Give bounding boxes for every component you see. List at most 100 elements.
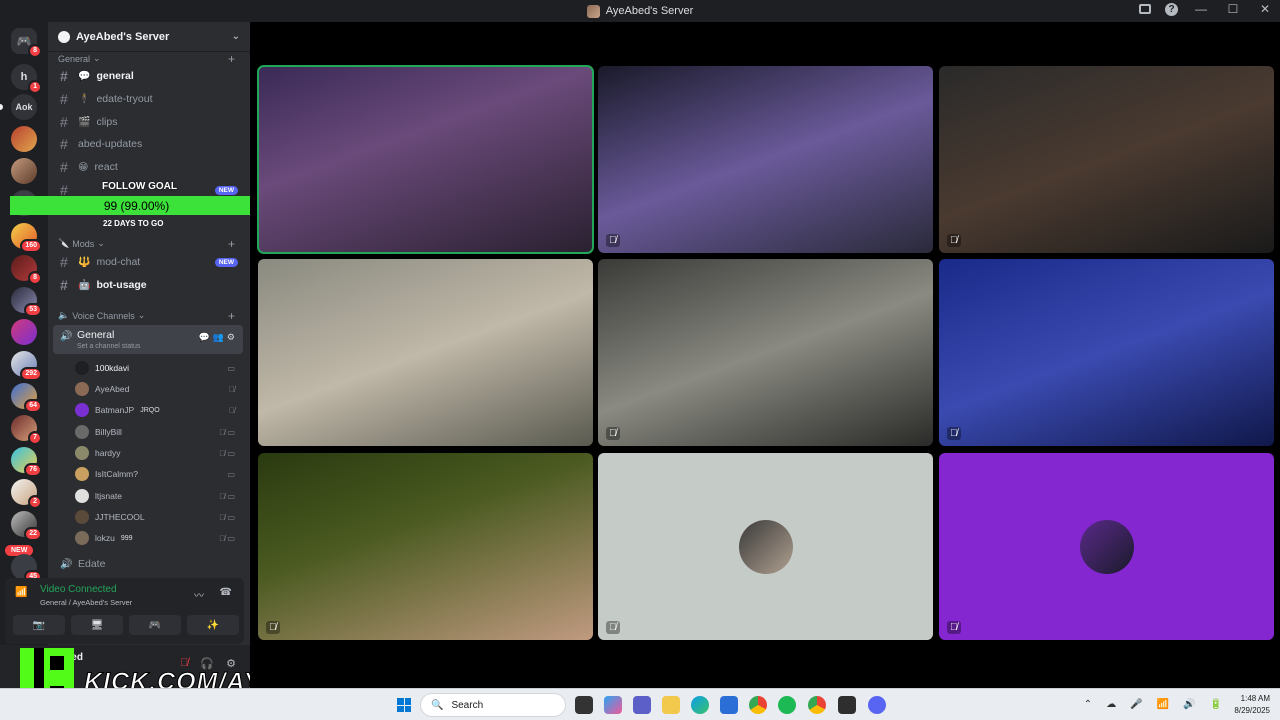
voice-channel-general[interactable]: 🔊 General Set a channel status 💬👥⚙ (53, 325, 243, 354)
discord-icon[interactable] (868, 696, 886, 714)
hash-icon: # (60, 91, 68, 107)
voice-channel-edate[interactable]: 🔊 Edate (54, 554, 244, 574)
category-general[interactable]: General ⌄ + (58, 52, 235, 66)
taskbar-search[interactable]: 🔍 Search (420, 693, 566, 717)
video-grid: 🎙̸ 🎙̸ 🎙̸ 🎙̸ 🎙̸ 🎙̸ 🎙̸ (250, 22, 1280, 688)
server-icon[interactable]: 64 (11, 383, 42, 413)
mic-muted-icon: 🎙̸ (606, 234, 620, 247)
video-tile[interactable] (257, 65, 594, 254)
window-titlebar: AyeAbed's Server ? — ☐ ✕ (0, 0, 1280, 22)
channel-react[interactable]: # 😁 react (54, 157, 244, 177)
maximize-button[interactable]: ☐ (1224, 2, 1242, 16)
cloud-icon[interactable]: ☁ (1106, 699, 1116, 710)
noise-suppression-icon[interactable]: 〰 (194, 587, 204, 602)
channel-general[interactable]: # 💬 general (54, 66, 244, 86)
category-voice[interactable]: 🔈 Voice Channels ⌄ + (58, 309, 235, 323)
server-icon[interactable]: 22 (11, 511, 42, 541)
server-h[interactable]: h 1 (11, 64, 42, 94)
taskbar-clock[interactable]: 1:48 AM 8/29/2025 (1234, 693, 1270, 717)
server-icon[interactable]: 292 (11, 351, 42, 381)
copilot-icon[interactable] (604, 696, 622, 714)
mic-muted-icon: 🎙̸ (947, 427, 961, 440)
task-view-icon[interactable] (575, 696, 593, 714)
voice-member[interactable]: BatmanJP JRQO 🎙̸ (75, 400, 235, 420)
voice-member[interactable]: 100kdavi ▭ (75, 358, 235, 378)
category-mods[interactable]: 🔪 Mods ⌄ + (58, 237, 235, 251)
avatar (75, 489, 89, 503)
wifi-icon[interactable]: 📶 (1157, 699, 1169, 710)
signal-icon[interactable]: 📶 (15, 587, 31, 603)
hash-icon: # (60, 277, 68, 293)
app-icon[interactable] (838, 696, 856, 714)
battery-icon[interactable]: 🔋 (1210, 699, 1222, 710)
video-tile[interactable]: 🎙̸ (939, 66, 1274, 253)
chrome-profile-icon[interactable] (808, 696, 826, 714)
soundboard-button[interactable]: ✨ (187, 615, 239, 635)
teams-icon[interactable] (633, 696, 651, 714)
channel-abed-updates[interactable]: # abed-updates (54, 134, 244, 154)
channel-mod-chat[interactable]: # 🔱 mod-chat NEW (54, 252, 244, 272)
mic-icon[interactable]: 🎤 (1130, 699, 1142, 710)
video-tile[interactable]: 🎙̸ (939, 453, 1274, 640)
avatar (738, 519, 793, 574)
voice-member[interactable]: IsItCalmm? ▭ (75, 464, 235, 484)
voice-member[interactable]: JJTHECOOL 🎙̸ ▭ (75, 507, 235, 527)
chevron-down-icon: ⌄ (93, 53, 101, 63)
chevron-down-icon: ⌄ (137, 310, 146, 320)
edge-icon[interactable] (691, 696, 709, 714)
server-icon[interactable] (11, 126, 37, 152)
activity-button[interactable]: 🎮 (129, 615, 181, 635)
video-tile[interactable]: 🎙̸ (598, 66, 933, 253)
add-channel-icon[interactable]: + (228, 52, 235, 66)
channel-clips[interactable]: # 🎬 clips (54, 112, 244, 132)
avatar (75, 446, 89, 460)
video-tile[interactable]: 🎙̸ (258, 453, 593, 640)
spotify-icon[interactable] (778, 696, 796, 714)
disconnect-icon[interactable]: ☎ (220, 587, 232, 598)
server-icon[interactable]: 76 (11, 447, 42, 477)
server-icon[interactable] (11, 319, 37, 345)
video-tile[interactable]: 🎙̸ (598, 259, 933, 446)
avatar (75, 510, 89, 524)
chevron-up-icon[interactable]: ⌃ (1084, 699, 1092, 710)
channel-bot-usage[interactable]: # 🤖 bot-usage (54, 275, 244, 295)
windows-start-icon[interactable] (397, 698, 411, 712)
hash-icon: # (60, 68, 68, 84)
server-icon[interactable]: 8 (11, 255, 42, 285)
mic-muted-icon: 🎙̸ (606, 427, 620, 440)
inbox-icon[interactable] (1139, 4, 1151, 14)
add-channel-icon[interactable]: + (228, 237, 235, 251)
camera-off-button[interactable]: 📷 (13, 615, 65, 635)
voice-member[interactable]: ltjsnate 🎙̸ ▭ (75, 486, 235, 506)
channel-edate-tryout[interactable]: # 🕴 edate-tryout (54, 89, 244, 109)
file-explorer-icon[interactable] (662, 696, 680, 714)
chrome-icon[interactable] (749, 696, 767, 714)
voice-member[interactable]: BillyBill 🎙̸ ▭ (75, 422, 235, 442)
guild-header[interactable]: AyeAbed's Server ⌄ (48, 22, 250, 52)
close-button[interactable]: ✕ (1256, 2, 1274, 16)
unread-pill (0, 104, 3, 110)
voice-channel-actions[interactable]: 💬👥⚙ (199, 332, 238, 343)
chevron-down-icon: ⌄ (231, 31, 240, 42)
mic-muted-icon: 🎙̸ (266, 621, 280, 634)
video-tile[interactable]: 🎙̸ (939, 259, 1274, 446)
discord-home-icon[interactable]: 🎮 8 (11, 28, 42, 58)
help-icon[interactable]: ? (1165, 2, 1178, 16)
voice-member[interactable]: hardyy 🎙̸ ▭ (75, 443, 235, 463)
windows-taskbar: 🔍 Search ⌃ ☁ 🎤 📶 🔊 🔋 1:48 AM 8/29/2025 (0, 688, 1280, 720)
store-icon[interactable] (720, 696, 738, 714)
minimize-button[interactable]: — (1192, 2, 1210, 16)
server-icon[interactable]: 2 (11, 479, 42, 509)
server-aok[interactable]: Aok (11, 94, 37, 120)
voice-member[interactable]: lokzu 999 🎙̸ ▭ (75, 528, 235, 548)
voice-member[interactable]: AyeAbed 🎙̸ (75, 379, 235, 399)
mic-muted-icon: 🎙̸ (606, 621, 620, 634)
server-icon[interactable]: 45 (11, 554, 42, 584)
server-icon[interactable]: 53 (11, 287, 42, 317)
screen-share-button[interactable]: 🖥 (71, 615, 123, 635)
server-icon[interactable]: 7 (11, 415, 42, 445)
volume-icon[interactable]: 🔊 (1183, 699, 1195, 710)
video-tile[interactable]: 🎙̸ (598, 453, 933, 640)
video-tile[interactable] (258, 259, 593, 446)
add-channel-icon[interactable]: + (228, 309, 235, 323)
